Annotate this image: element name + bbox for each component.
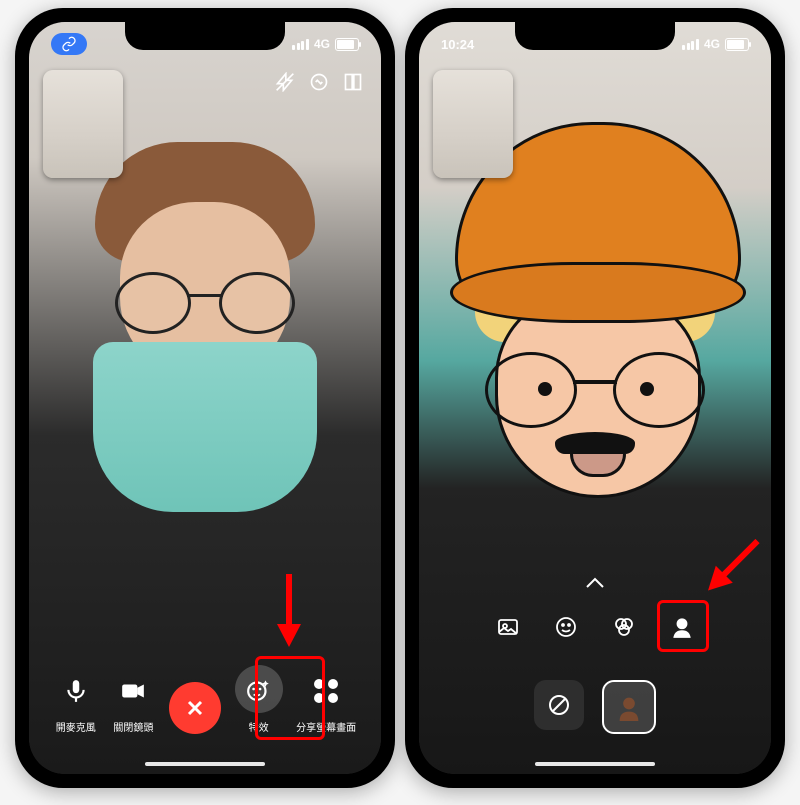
annotation-highlight-effects xyxy=(255,656,325,740)
chevron-up-icon[interactable] xyxy=(585,576,605,594)
effects-filters-button[interactable] xyxy=(607,610,641,644)
photo-icon xyxy=(496,615,520,639)
picture-in-picture-thumbnail[interactable] xyxy=(43,70,123,178)
memoji-overlay xyxy=(440,122,750,502)
annotation-arrow xyxy=(269,569,309,654)
end-call-button[interactable] xyxy=(169,682,221,734)
close-icon xyxy=(183,696,207,720)
phone-left: 4G 開麥克風 xyxy=(15,8,395,788)
effects-category-row xyxy=(419,610,771,644)
none-icon xyxy=(547,693,571,717)
link-icon xyxy=(61,36,77,52)
filters-icon xyxy=(612,615,636,639)
camera-button[interactable]: 關閉鏡頭 xyxy=(111,669,155,734)
home-indicator[interactable] xyxy=(145,762,265,766)
home-indicator[interactable] xyxy=(535,762,655,766)
avatar-icon xyxy=(615,693,643,721)
network-label: 4G xyxy=(704,37,720,51)
flash-off-icon[interactable] xyxy=(275,72,295,92)
microphone-icon xyxy=(63,678,89,704)
effects-stickers-button[interactable] xyxy=(549,610,583,644)
camera-label: 關閉鏡頭 xyxy=(113,719,153,734)
battery-icon xyxy=(725,38,749,51)
cellular-signal-icon xyxy=(292,39,309,50)
status-time: 10:24 xyxy=(441,37,474,52)
phone-right: 10:24 4G xyxy=(405,8,785,788)
flip-camera-icon[interactable] xyxy=(309,72,329,92)
grid-icon[interactable] xyxy=(343,72,363,92)
notch xyxy=(515,22,675,50)
battery-icon xyxy=(335,38,359,51)
memoji-picker-row xyxy=(419,680,771,734)
self-view-face xyxy=(65,142,345,482)
annotation-highlight-memoji xyxy=(657,600,709,652)
mic-button[interactable]: 開麥克風 xyxy=(54,669,98,734)
mic-label: 開麥克風 xyxy=(56,719,96,734)
smiley-icon xyxy=(554,615,578,639)
cellular-signal-icon xyxy=(682,39,699,50)
screen-mirroring-pill[interactable] xyxy=(51,33,87,55)
network-label: 4G xyxy=(314,37,330,51)
picture-in-picture-thumbnail[interactable] xyxy=(433,70,513,178)
screen: 4G 開麥克風 xyxy=(29,22,381,774)
screen: 10:24 4G xyxy=(419,22,771,774)
memoji-avatar-option[interactable] xyxy=(602,680,656,734)
video-icon xyxy=(120,678,146,704)
notch xyxy=(125,22,285,50)
camera-top-controls xyxy=(275,72,363,92)
memoji-none-option[interactable] xyxy=(534,680,584,730)
call-controls: 開麥克風 關閉鏡頭 特效 分享螢幕畫面 xyxy=(29,665,381,734)
effects-photo-button[interactable] xyxy=(491,610,525,644)
